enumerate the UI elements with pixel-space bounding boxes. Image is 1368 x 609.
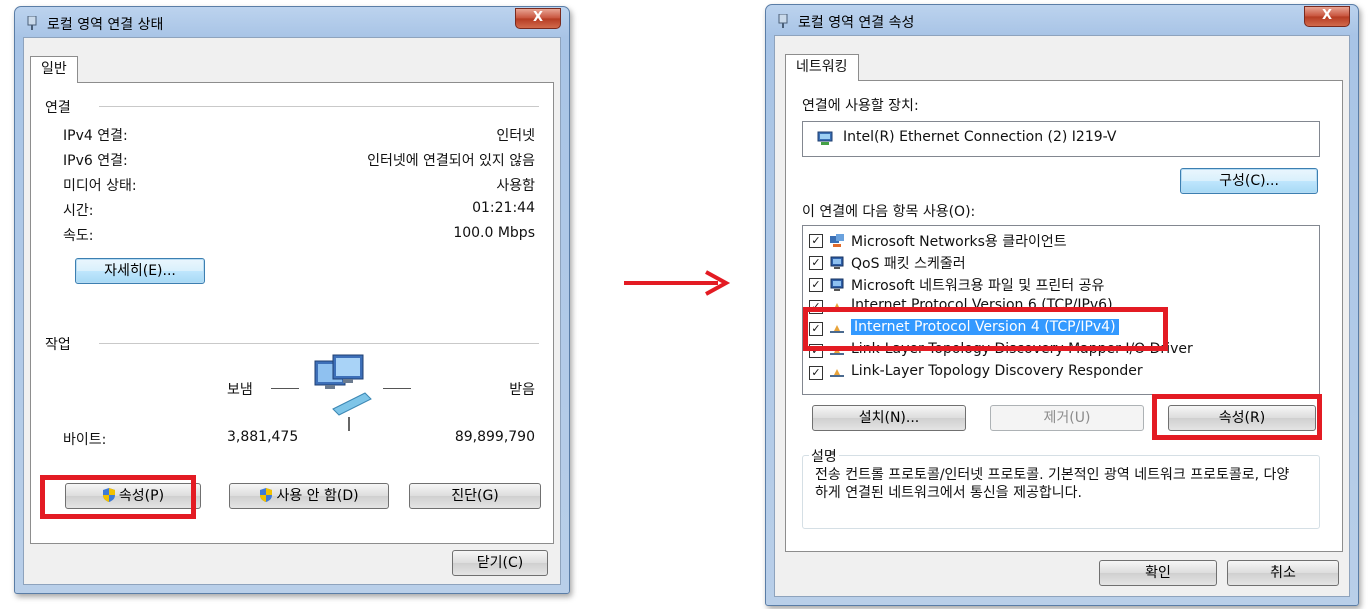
uninstall-button[interactable]: 제거(U) [990, 405, 1144, 431]
connection-group-label: 연결 [45, 97, 75, 117]
sent-label: 보냄 [227, 382, 253, 398]
ipv4-highlight-box [803, 307, 1168, 351]
sent-line [271, 388, 299, 389]
close-button[interactable]: 닫기(C) [452, 550, 548, 576]
cancel-button[interactable]: 취소 [1227, 560, 1339, 586]
item-properties-highlight-box [1152, 394, 1322, 440]
arrow-right-icon [624, 270, 731, 296]
disable-button[interactable]: 사용 안 함(D) [229, 483, 389, 509]
uac-shield-icon [260, 488, 273, 502]
qos-icon [830, 256, 844, 269]
item-label: Microsoft 네트워크용 파일 및 프린터 공유 [851, 278, 1105, 294]
received-label: 받음 [509, 382, 535, 398]
checkbox[interactable]: ✓ [809, 256, 823, 270]
ipv6-label: IPv6 연결: [63, 153, 128, 169]
details-button[interactable]: 자세히(E)... [75, 258, 205, 284]
network-client-icon [830, 234, 844, 247]
speed-label: 속도: [63, 228, 94, 244]
activity-group-label: 작업 [45, 334, 75, 354]
network-adapter-icon [778, 14, 788, 28]
list-item-client[interactable]: ✓ Microsoft Networks용 클라이언트 [809, 230, 1309, 252]
bytes-received-value: 89,899,790 [454, 429, 535, 445]
connect-using-label: 연결에 사용할 장치: [802, 98, 919, 114]
description-group-label: 설명 [809, 446, 839, 466]
diagnose-button[interactable]: 진단(G) [409, 483, 541, 509]
connection-group-line [99, 106, 539, 107]
status-window-title: 로컬 영역 연결 상태 [47, 17, 164, 33]
checkbox[interactable]: ✓ [809, 234, 823, 248]
tab-networking[interactable]: 네트워킹 [785, 54, 859, 81]
status-titlebar[interactable]: 로컬 영역 연결 상태 X [15, 7, 569, 37]
ipv4-value: 인터넷 [496, 128, 535, 144]
speed-value: 100.0 Mbps [453, 225, 535, 241]
file-share-icon [830, 278, 844, 291]
list-item-qos[interactable]: ✓ QoS 패킷 스케줄러 [809, 252, 1309, 274]
activity-group-line [99, 343, 539, 344]
properties-window-title: 로컬 영역 연결 속성 [798, 15, 915, 31]
properties-highlight-box [40, 475, 196, 519]
list-item-lltd-responder[interactable]: ✓ Link-Layer Topology Discovery Responde… [809, 362, 1309, 384]
properties-titlebar[interactable]: 로컬 영역 연결 속성 X [766, 5, 1358, 35]
description-text: 전송 컨트롤 프로토콜/인터넷 프로토콜. 기본적인 광역 네트워크 프로토콜로… [815, 467, 1290, 501]
adapter-box: Intel(R) Ethernet Connection (2) I219-V [802, 121, 1320, 157]
received-line [383, 388, 411, 389]
protocol-icon [830, 369, 844, 377]
item-label: Link-Layer Topology Discovery Responder [851, 363, 1143, 379]
status-close-icon[interactable]: X [515, 8, 561, 29]
item-label: QoS 패킷 스케줄러 [851, 256, 966, 272]
install-button[interactable]: 설치(N)... [812, 405, 966, 431]
ok-button[interactable]: 확인 [1099, 560, 1217, 586]
checkbox[interactable]: ✓ [809, 366, 823, 380]
list-item-file-sharing[interactable]: ✓ Microsoft 네트워크용 파일 및 프린터 공유 [809, 274, 1309, 296]
media-state-label: 미디어 상태: [63, 178, 137, 194]
description-group: 설명 전송 컨트롤 프로토콜/인터넷 프로토콜. 기본적인 광역 네트워크 프로… [802, 446, 1320, 529]
network-activity-icon [314, 354, 372, 431]
properties-window: 로컬 영역 연결 속성 X 네트워킹 연결에 사용할 장치: Intel(R) … [765, 4, 1359, 606]
network-adapter-icon [27, 16, 37, 30]
duration-label: 시간: [63, 203, 94, 219]
items-label: 이 연결에 다음 항목 사용(O): [802, 204, 976, 220]
item-label: Microsoft Networks용 클라이언트 [851, 234, 1067, 250]
ethernet-adapter-icon [817, 131, 833, 145]
disable-button-label: 사용 안 함(D) [276, 488, 359, 504]
ipv6-value: 인터넷에 연결되어 있지 않음 [367, 153, 535, 169]
media-state-value: 사용함 [496, 178, 535, 194]
tab-general[interactable]: 일반 [30, 56, 78, 83]
adapter-name: Intel(R) Ethernet Connection (2) I219-V [843, 129, 1117, 145]
configure-button[interactable]: 구성(C)... [1180, 168, 1318, 194]
bytes-label: 바이트: [63, 432, 107, 448]
bytes-sent-value: 3,881,475 [227, 429, 299, 445]
ipv4-label: IPv4 연결: [63, 128, 128, 144]
checkbox[interactable]: ✓ [809, 278, 823, 292]
duration-value: 01:21:44 [472, 200, 535, 216]
properties-close-icon[interactable]: X [1304, 6, 1350, 27]
